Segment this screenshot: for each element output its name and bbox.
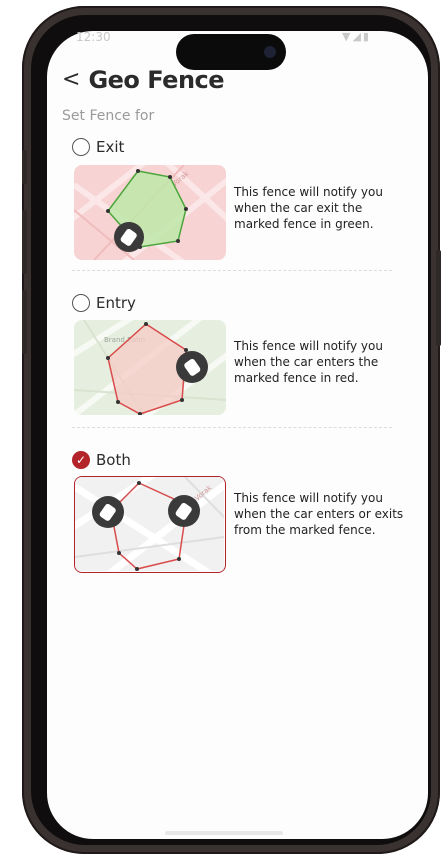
home-indicator	[165, 831, 283, 835]
dynamic-island	[176, 34, 286, 70]
status-icons: ▼◢▮	[342, 30, 371, 43]
option-entry-label: Entry	[96, 294, 136, 312]
both-description: This fence will notify you when the car …	[234, 491, 404, 537]
exit-fence-map-graphic: Vorak	[74, 165, 226, 260]
chevron-left-icon[interactable]: <	[62, 69, 80, 91]
power-button	[436, 250, 441, 346]
divider-2	[72, 427, 392, 428]
option-both-label: Both	[96, 451, 131, 469]
both-fence-map-graphic: Vorak	[75, 477, 225, 572]
option-exit-label: Exit	[96, 138, 125, 156]
option-both[interactable]: ✓ Both	[72, 451, 131, 469]
front-camera-icon	[264, 46, 276, 58]
exit-fence-map[interactable]: Vorak	[74, 165, 226, 260]
page-title: Geo Fence	[88, 66, 225, 94]
section-subtitle: Set Fence for	[62, 108, 155, 124]
status-time: 12:30	[76, 30, 111, 44]
check-icon[interactable]: ✓	[72, 451, 90, 469]
volume-up-button	[22, 210, 27, 274]
option-exit[interactable]: Exit	[72, 138, 124, 156]
radio-exit[interactable]	[72, 138, 90, 156]
silent-switch	[22, 150, 27, 184]
radio-entry[interactable]	[72, 294, 90, 312]
entry-fence-map-graphic: Brand Bahn	[74, 320, 226, 415]
entry-fence-map[interactable]: Brand Bahn	[74, 320, 226, 415]
option-entry[interactable]: Entry	[72, 294, 136, 312]
page-header: < Geo Fence	[62, 66, 225, 94]
entry-description: This fence will notify you when the car …	[234, 339, 383, 385]
volume-down-button	[22, 290, 27, 354]
exit-description: This fence will notify you when the car …	[234, 185, 383, 231]
both-fence-map[interactable]: Vorak	[74, 476, 226, 573]
divider-1	[72, 270, 392, 271]
